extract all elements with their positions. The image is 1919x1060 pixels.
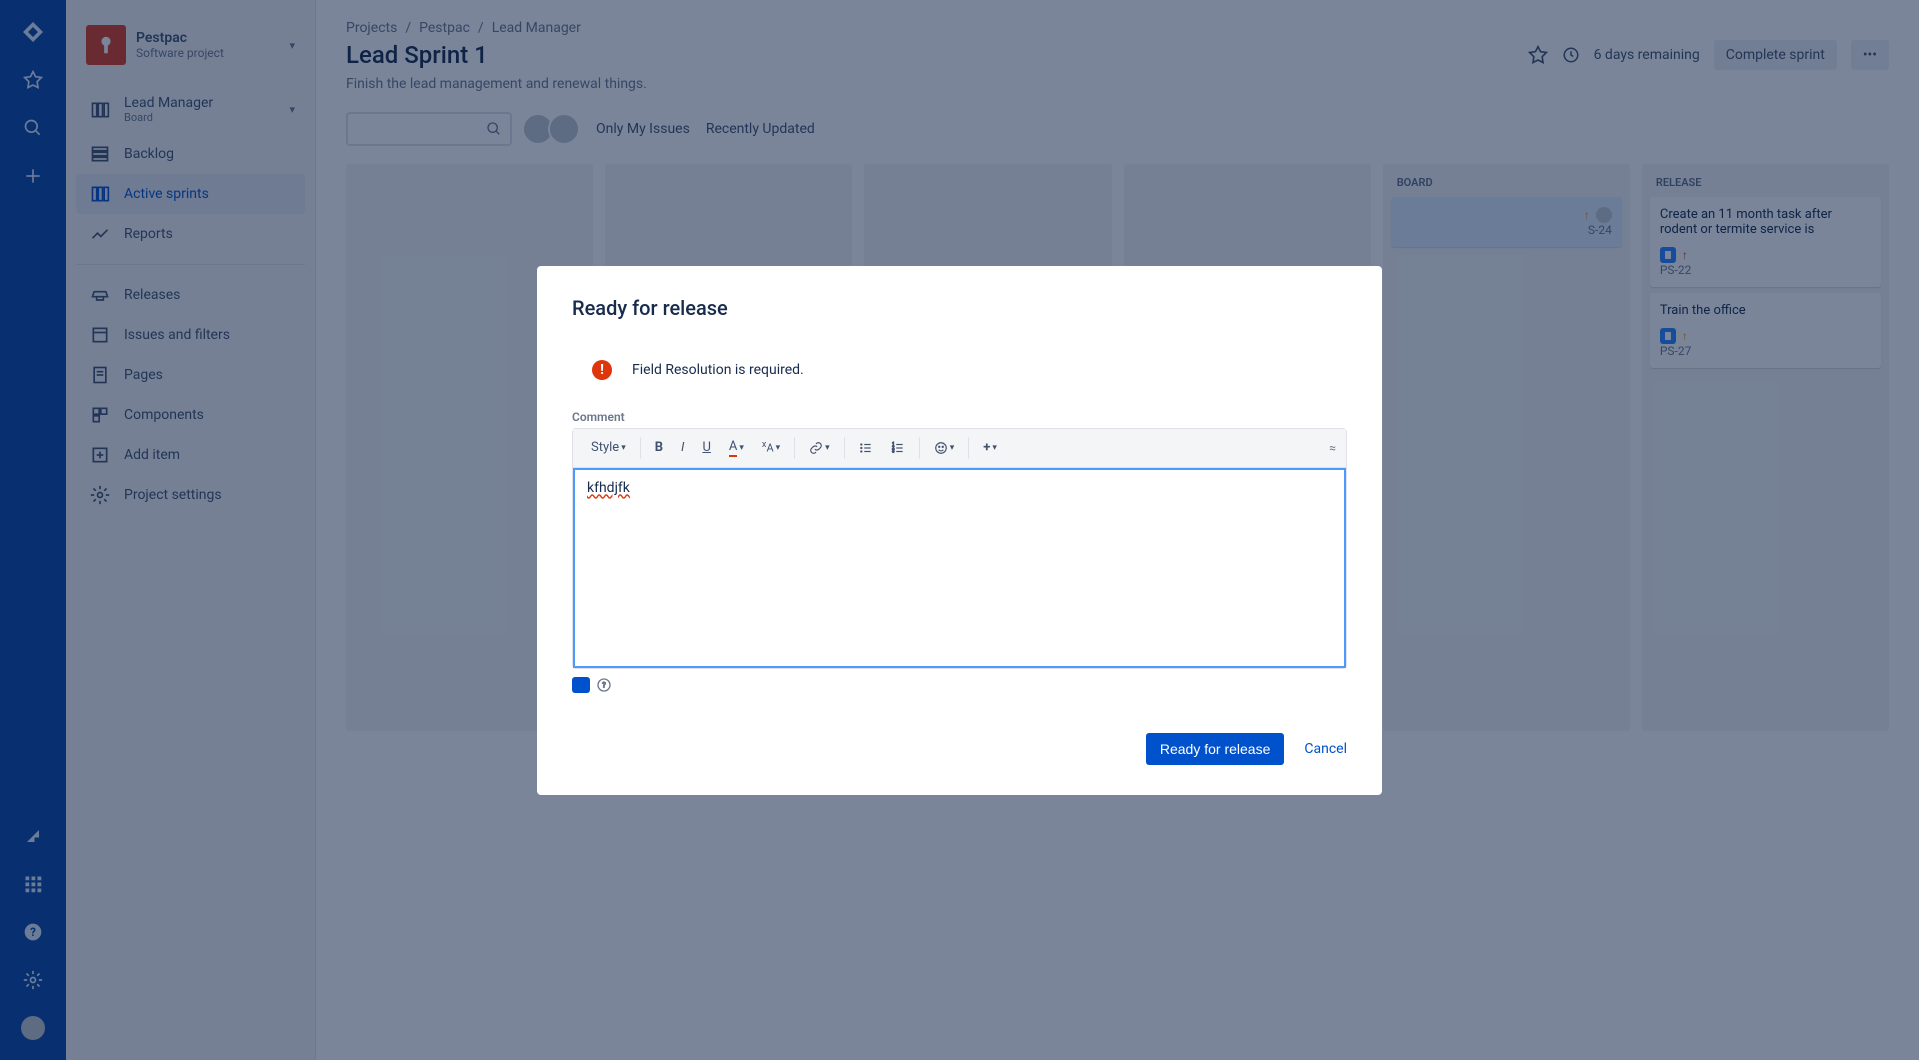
transition-modal: Ready for release ! Field Resolution is … [537,266,1382,795]
comment-textarea[interactable]: kfhdjfk [573,468,1346,668]
modal-overlay: Ready for release ! Field Resolution is … [0,0,1919,1060]
editor-toolbar: Style▾ B I U A ▾ xA▾ ▾ 123 ▾ +▾ ≈ [573,429,1346,468]
error-icon: ! [592,360,612,380]
cancel-button[interactable]: Cancel [1304,741,1347,757]
comment-label: Comment [572,410,1347,424]
underline-button[interactable]: U [694,436,718,459]
svg-text:?: ? [602,680,606,689]
error-message: Field Resolution is required. [632,362,804,378]
visual-mode-icon[interactable] [572,677,590,693]
number-list-button[interactable]: 123 [883,437,913,459]
collapse-toolbar-icon[interactable]: ≈ [1329,441,1336,455]
link-button[interactable]: ▾ [801,437,838,459]
error-banner: ! Field Resolution is required. [572,360,1347,380]
emoji-button[interactable]: ▾ [926,437,963,459]
bullet-list-button[interactable] [851,437,881,459]
rich-editor: Style▾ B I U A ▾ xA▾ ▾ 123 ▾ +▾ ≈ [572,428,1347,669]
bold-button[interactable]: B [647,436,671,459]
italic-button[interactable]: I [673,436,692,459]
submit-button[interactable]: Ready for release [1146,733,1285,765]
svg-text:3: 3 [892,448,895,453]
insert-button[interactable]: +▾ [975,436,1005,459]
modal-title: Ready for release [572,296,1347,320]
style-dropdown[interactable]: Style▾ [583,436,634,459]
clear-format-button[interactable]: xA▾ [754,436,788,459]
text-color-button[interactable]: A ▾ [721,435,752,461]
help-icon[interactable]: ? [596,677,612,693]
